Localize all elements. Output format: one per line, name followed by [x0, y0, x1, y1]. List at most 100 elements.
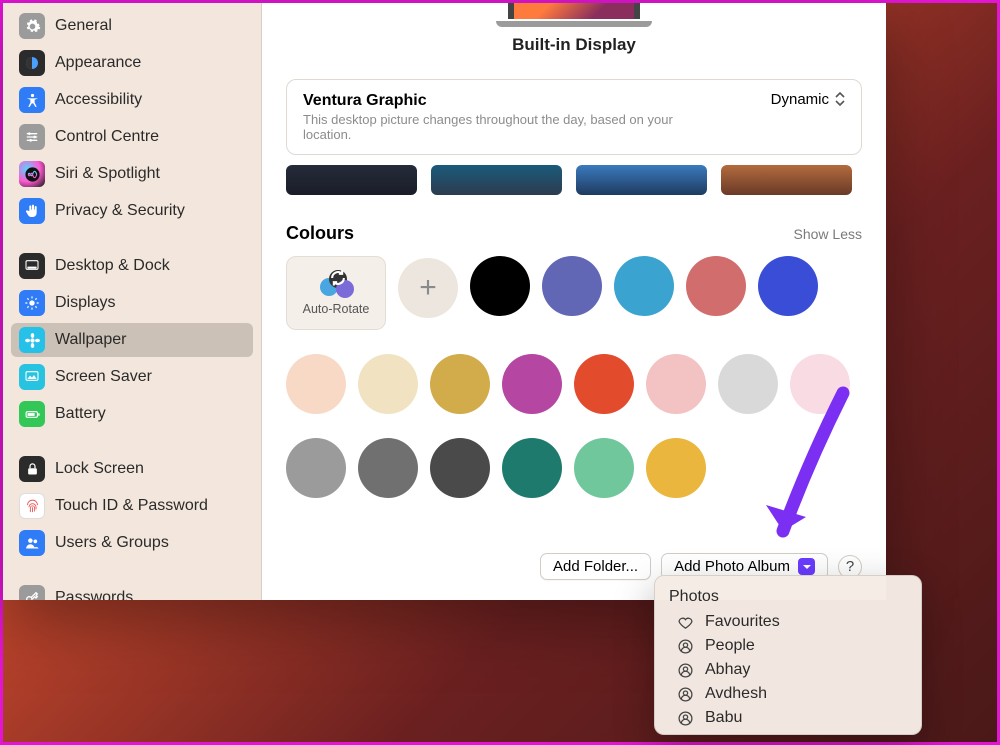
colour-swatch[interactable]	[358, 438, 418, 498]
display-label: Built-in Display	[512, 35, 636, 55]
colour-swatch[interactable]	[502, 354, 562, 414]
key-icon	[19, 585, 45, 600]
laptop-icon	[496, 3, 652, 27]
sliders-icon	[19, 124, 45, 150]
colour-swatch[interactable]	[646, 438, 706, 498]
fingerprint-icon	[19, 493, 45, 519]
colour-swatches: Auto-Rotate +	[286, 256, 862, 498]
colours-section-header: Colours Show Less	[286, 223, 862, 244]
dropdown-item-label: Avdhesh	[705, 685, 767, 703]
wallpaper-title: Ventura Graphic	[303, 92, 845, 110]
sidebar-item-siri[interactable]: Siri & Spotlight	[11, 157, 253, 191]
colour-swatch[interactable]	[470, 256, 530, 316]
colour-swatch[interactable]	[430, 438, 490, 498]
colour-swatch[interactable]	[542, 256, 602, 316]
sidebar-item-screen-saver[interactable]: Screen Saver	[11, 360, 253, 394]
auto-rotate-label: Auto-Rotate	[303, 302, 370, 316]
users-icon	[19, 530, 45, 556]
accessibility-icon	[19, 87, 45, 113]
colour-swatch[interactable]	[790, 354, 850, 414]
dropdown-item-label: Abhay	[705, 661, 750, 679]
show-less-link[interactable]: Show Less	[794, 226, 862, 242]
screensaver-icon	[19, 364, 45, 390]
colour-swatch[interactable]	[686, 256, 746, 316]
sidebar-item-label: Appearance	[55, 54, 141, 72]
sidebar-item-wallpaper[interactable]: Wallpaper	[11, 323, 253, 357]
sidebar-item-label: Touch ID & Password	[55, 497, 208, 515]
wallpaper-description: This desktop picture changes throughout …	[303, 112, 703, 142]
colour-swatch[interactable]	[430, 354, 490, 414]
colour-swatch[interactable]	[646, 354, 706, 414]
wallpaper-thumb[interactable]	[431, 165, 562, 195]
wallpaper-mode-value: Dynamic	[771, 91, 829, 108]
wallpaper-mode-select[interactable]: Dynamic	[771, 90, 849, 108]
display-preview: Built-in Display	[286, 3, 862, 55]
sidebar-item-passwords[interactable]: Passwords	[11, 581, 253, 600]
colour-swatch[interactable]	[286, 354, 346, 414]
battery-icon	[19, 401, 45, 427]
dropdown-item[interactable]: Babu	[655, 706, 921, 730]
lock-icon	[19, 456, 45, 482]
colour-swatch[interactable]	[502, 438, 562, 498]
sidebar-item-label: Wallpaper	[55, 331, 126, 349]
wallpaper-thumb[interactable]	[576, 165, 707, 195]
dropdown-header: Photos	[655, 584, 921, 610]
gear-icon	[19, 13, 45, 39]
auto-rotate-tile[interactable]: Auto-Rotate	[286, 256, 386, 330]
sidebar-item-label: General	[55, 17, 112, 35]
stepper-icon	[835, 90, 849, 108]
colours-title: Colours	[286, 223, 354, 244]
sidebar-item-label: Passwords	[55, 589, 133, 600]
heart-icon	[675, 614, 695, 631]
sidebar-item-users-groups[interactable]: Users & Groups	[11, 526, 253, 560]
appearance-icon	[19, 50, 45, 76]
colour-swatch[interactable]	[614, 256, 674, 316]
colour-swatch[interactable]	[574, 438, 634, 498]
wallpaper-thumb[interactable]	[721, 165, 852, 195]
sidebar-item-label: Desktop & Dock	[55, 257, 170, 275]
sidebar-item-lock-screen[interactable]: Lock Screen	[11, 452, 253, 486]
sidebar-item-label: Lock Screen	[55, 460, 144, 478]
sidebar-item-privacy[interactable]: Privacy & Security	[11, 194, 253, 228]
sidebar-item-desktop-dock[interactable]: Desktop & Dock	[11, 249, 253, 283]
dynamic-wallpaper-thumbnails	[286, 165, 862, 195]
add-colour-button[interactable]: +	[398, 258, 458, 318]
person-icon	[675, 638, 695, 655]
dropdown-item-label: Babu	[705, 709, 742, 727]
photo-album-dropdown: Photos Favourites People Abhay Avdhesh Babu	[654, 575, 922, 735]
sidebar-item-control-centre[interactable]: Control Centre	[11, 120, 253, 154]
colour-swatch[interactable]	[358, 354, 418, 414]
colour-swatch[interactable]	[718, 354, 778, 414]
wallpaper-info-card: Ventura Graphic This desktop picture cha…	[286, 79, 862, 155]
dropdown-item[interactable]: People	[655, 634, 921, 658]
sidebar-item-accessibility[interactable]: Accessibility	[11, 83, 253, 117]
colour-swatch[interactable]	[286, 438, 346, 498]
dock-icon	[19, 253, 45, 279]
siri-icon	[19, 161, 45, 187]
person-icon	[675, 710, 695, 727]
person-icon	[675, 662, 695, 679]
dropdown-item-label: Favourites	[705, 613, 780, 631]
sidebar-item-label: Battery	[55, 405, 106, 423]
settings-window: General Appearance Accessibility Control Ce…	[3, 3, 886, 600]
person-icon	[675, 686, 695, 703]
sidebar: General Appearance Accessibility Control Ce…	[3, 3, 262, 600]
colour-swatch[interactable]	[758, 256, 818, 316]
sidebar-item-general[interactable]: General	[11, 9, 253, 43]
add-folder-button[interactable]: Add Folder...	[540, 553, 651, 580]
dropdown-item[interactable]: Favourites	[655, 610, 921, 634]
hand-icon	[19, 198, 45, 224]
sidebar-item-label: Displays	[55, 294, 115, 312]
sidebar-item-battery[interactable]: Battery	[11, 397, 253, 431]
sidebar-item-appearance[interactable]: Appearance	[11, 46, 253, 80]
sidebar-item-label: Siri & Spotlight	[55, 165, 160, 183]
display-icon	[19, 290, 45, 316]
sidebar-item-touch-id[interactable]: Touch ID & Password	[11, 489, 253, 523]
dropdown-item[interactable]: Abhay	[655, 658, 921, 682]
colour-swatch[interactable]	[574, 354, 634, 414]
dropdown-item[interactable]: Avdhesh	[655, 682, 921, 706]
dropdown-item-label: People	[705, 637, 755, 655]
sidebar-item-displays[interactable]: Displays	[11, 286, 253, 320]
sidebar-item-label: Control Centre	[55, 128, 159, 146]
wallpaper-thumb[interactable]	[286, 165, 417, 195]
